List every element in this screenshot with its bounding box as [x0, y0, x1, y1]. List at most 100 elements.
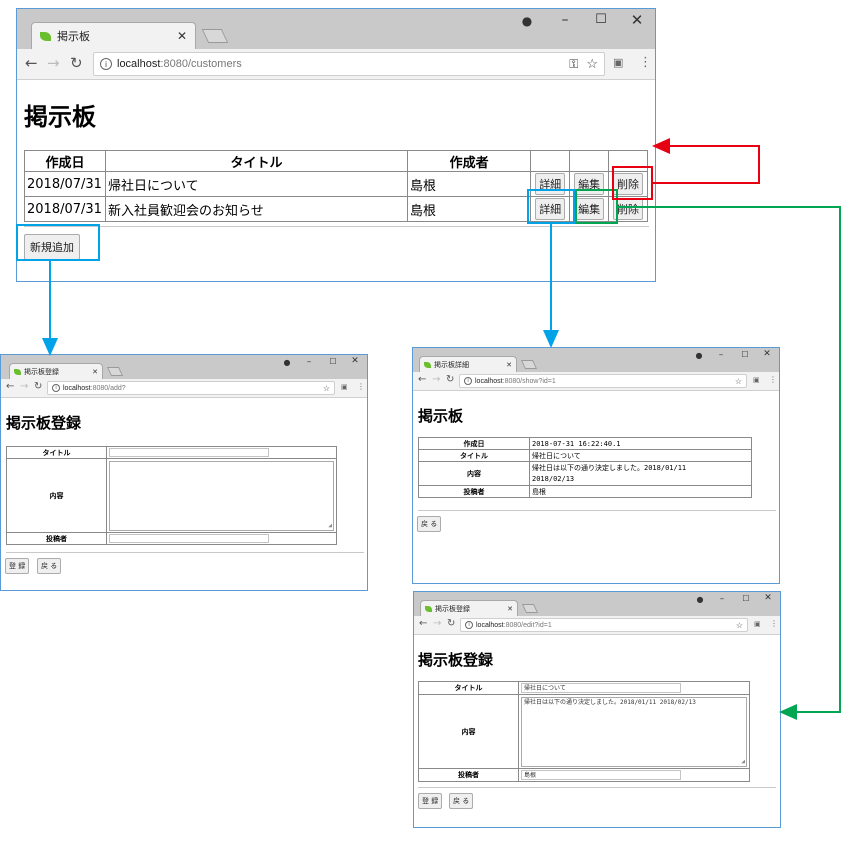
menu-icon[interactable]: ⋮ [639, 55, 652, 70]
close-tab-icon[interactable]: ✕ [92, 368, 98, 376]
forward-arrow-icon[interactable]: → [47, 54, 60, 72]
divider [418, 787, 776, 788]
author-label: 投稿者 [418, 768, 519, 782]
new-tab-button[interactable] [521, 604, 539, 613]
reload-icon[interactable]: ↻ [70, 54, 83, 72]
close-tab-icon[interactable]: ✕ [177, 29, 187, 43]
tab-title: 掲示板 [57, 30, 90, 43]
profile-icon[interactable]: ● [281, 358, 293, 367]
title-input[interactable]: 帰社日について [521, 683, 681, 693]
close-tab-icon[interactable]: ✕ [506, 361, 512, 369]
bookmark-star-icon[interactable]: ☆ [586, 56, 598, 72]
row-author: 島根 [406, 171, 532, 197]
bookmark-star-icon[interactable]: ☆ [736, 621, 743, 630]
back-arrow-icon[interactable]: ← [419, 618, 427, 629]
content-text: 帰社日は以下の通り決定しました。2018/01/11 2018/02/13 [524, 698, 696, 706]
minimize-icon[interactable]: – [555, 12, 575, 28]
maximize-icon[interactable]: ☐ [591, 12, 611, 27]
back-button[interactable]: 戻 る [449, 793, 474, 809]
content-textarea[interactable]: ◢ [109, 460, 334, 531]
info-icon[interactable]: i [52, 384, 60, 392]
register-button[interactable]: 登 録 [5, 558, 30, 574]
address-toolbar: ← → ↻ i localhost:8080/add? ☆ ▣ ⋮ [1, 379, 367, 398]
tab-detail[interactable]: 掲示板詳細 ✕ [419, 356, 517, 372]
reload-icon[interactable]: ↻ [446, 374, 454, 385]
url-path: :8080/edit?id=1 [503, 621, 552, 629]
table-header: 作成日 タイトル 作成者 [24, 150, 648, 172]
url-host: localhost [476, 621, 504, 629]
address-bar[interactable]: i localhost:8080/edit?id=1 ☆ [460, 618, 748, 632]
back-button[interactable]: 戻 る [417, 516, 442, 532]
new-tab-button[interactable] [106, 367, 124, 376]
back-arrow-icon[interactable]: ← [25, 54, 38, 72]
forward-arrow-icon[interactable]: → [20, 381, 28, 392]
close-window-icon[interactable]: ✕ [762, 593, 774, 603]
menu-icon[interactable]: ⋮ [357, 382, 365, 391]
profile-icon[interactable]: ● [693, 351, 705, 360]
info-icon[interactable]: i [100, 58, 112, 70]
col-detail [530, 150, 571, 172]
form-row: 内容 帰社日は以下の通り決定しました。2018/01/11 2018/02/13… [418, 694, 750, 769]
form-row: 内容 ◢ [6, 458, 337, 533]
back-button[interactable]: 戻 る [37, 558, 62, 574]
back-arrow-icon[interactable]: ← [6, 381, 14, 392]
author-input[interactable]: 島根 [521, 770, 681, 780]
key-icon[interactable]: ⚿ [569, 57, 578, 72]
title-input[interactable] [109, 448, 269, 457]
tab-title: 掲示板詳細 [434, 360, 469, 369]
close-window-icon[interactable]: ✕ [349, 356, 361, 366]
resize-grip-icon[interactable]: ◢ [741, 758, 745, 765]
pdf-extension-icon[interactable]: ▣ [613, 56, 623, 69]
col-date: 作成日 [24, 150, 106, 172]
close-window-icon[interactable]: ✕ [761, 349, 773, 359]
profile-icon[interactable]: ● [694, 595, 706, 604]
reload-icon[interactable]: ↻ [447, 618, 455, 629]
col-author: 作成者 [406, 150, 532, 172]
close-window-icon[interactable]: ✕ [627, 11, 647, 29]
content-textarea[interactable]: 帰社日は以下の通り決定しました。2018/01/11 2018/02/13 ◢ [521, 696, 747, 767]
menu-icon[interactable]: ⋮ [770, 619, 778, 628]
tab-customers[interactable]: 掲示板 ✕ [31, 22, 196, 49]
minimize-icon[interactable]: – [715, 350, 727, 360]
close-tab-icon[interactable]: ✕ [507, 605, 513, 613]
content-label: 内容 [6, 458, 107, 533]
arrow-delete-loop [652, 138, 760, 184]
resize-grip-icon[interactable]: ◢ [328, 522, 332, 529]
register-button[interactable]: 登 録 [418, 793, 443, 809]
author-input[interactable] [109, 534, 269, 543]
address-toolbar: ← → ↻ i localhost:8080/customers ⚿ ☆ ▣ ⋮ [17, 49, 655, 80]
maximize-icon[interactable]: ☐ [739, 350, 751, 359]
row-title: 新入社員歓迎会のお知らせ [104, 196, 408, 222]
edit-browser-window: 掲示板登録 ✕ ● – ☐ ✕ ← → ↻ i localhost:8080/e… [413, 591, 781, 828]
bookmark-star-icon[interactable]: ☆ [735, 377, 742, 386]
info-icon[interactable]: i [465, 621, 473, 629]
pdf-extension-icon[interactable]: ▣ [341, 383, 348, 391]
content-cell: ◢ [106, 458, 337, 533]
tab-add[interactable]: 掲示板登録 ✕ [9, 363, 103, 379]
address-bar[interactable]: i localhost:8080/customers ⚿ ☆ [93, 52, 605, 76]
bookmark-star-icon[interactable]: ☆ [323, 384, 330, 393]
tab-edit[interactable]: 掲示板登録 ✕ [420, 600, 518, 616]
forward-arrow-icon[interactable]: → [433, 618, 441, 629]
address-bar[interactable]: i localhost:8080/show?id=1 ☆ [459, 374, 747, 388]
page-content: 掲示板 作成日 タイトル 作成者 2018/07/31 帰社日について 島根 詳… [17, 80, 655, 281]
maximize-icon[interactable]: ☐ [327, 357, 339, 366]
back-arrow-icon[interactable]: ← [418, 374, 426, 385]
menu-icon[interactable]: ⋮ [769, 375, 777, 384]
forward-arrow-icon[interactable]: → [432, 374, 440, 385]
minimize-icon[interactable]: – [716, 594, 728, 604]
reload-icon[interactable]: ↻ [34, 381, 42, 392]
divider [418, 510, 776, 511]
minimize-icon[interactable]: – [303, 357, 315, 367]
new-tab-button[interactable] [201, 29, 229, 43]
info-icon[interactable]: i [464, 377, 472, 385]
address-bar[interactable]: i localhost:8080/add? ☆ [47, 381, 335, 395]
tab-strip: 掲示板 ✕ ● – ☐ ✕ [17, 9, 655, 49]
content-label: 内容 [418, 461, 530, 486]
highlight-add-button [16, 224, 100, 261]
profile-icon[interactable]: ● [517, 14, 537, 28]
pdf-extension-icon[interactable]: ▣ [754, 620, 761, 628]
pdf-extension-icon[interactable]: ▣ [753, 376, 760, 384]
new-tab-button[interactable] [520, 360, 538, 369]
maximize-icon[interactable]: ☐ [740, 594, 752, 603]
